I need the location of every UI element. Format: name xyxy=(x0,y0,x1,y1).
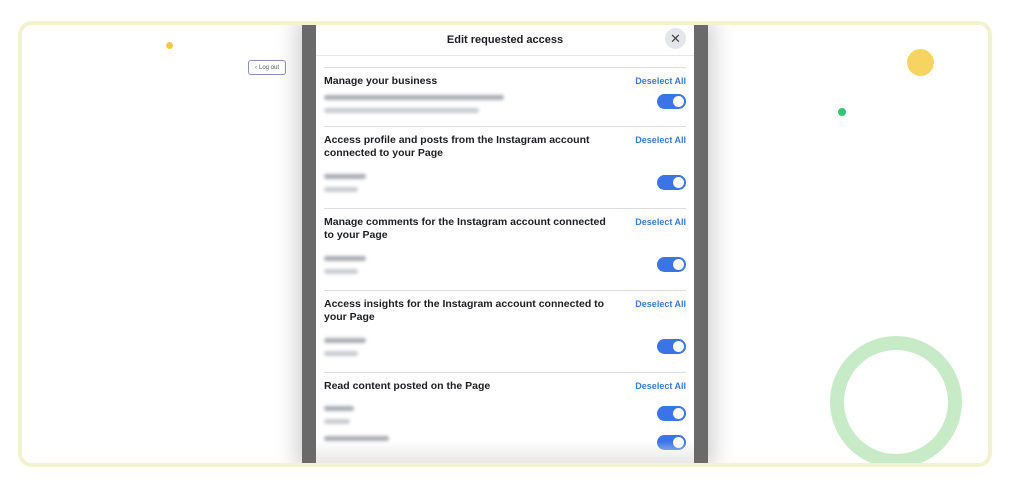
permission-item xyxy=(324,160,686,208)
screenshot-frame: ‹ Log out Edit requested access ✕ Manage… xyxy=(18,21,992,467)
scroll-fade xyxy=(316,441,694,463)
logout-label: Log out xyxy=(258,64,280,71)
permission-section: Access insights for the Instagram accoun… xyxy=(324,290,686,372)
deselect-all-button[interactable]: Deselect All xyxy=(635,134,686,147)
permission-toggle[interactable] xyxy=(657,257,686,272)
decorative-dot xyxy=(907,49,934,76)
section-title: Access insights for the Instagram accoun… xyxy=(324,298,605,323)
section-title: Manage comments for the Instagram accoun… xyxy=(324,216,606,241)
chevron-left-icon: ‹ xyxy=(254,64,257,71)
deselect-all-button[interactable]: Deselect All xyxy=(635,298,686,311)
decorative-ring xyxy=(830,336,962,463)
dialog-title: Edit requested access xyxy=(446,34,564,46)
device-frame: Edit requested access ✕ Manage your busi… xyxy=(302,25,708,463)
permission-item xyxy=(324,242,686,290)
close-button[interactable]: ✕ xyxy=(665,28,686,49)
permissions-dialog: Edit requested access ✕ Manage your busi… xyxy=(316,25,694,463)
permission-section: Manage comments for the Instagram accoun… xyxy=(324,208,686,290)
decorative-dot xyxy=(838,108,846,116)
permission-item xyxy=(324,393,686,429)
redacted-text xyxy=(324,269,358,274)
deselect-all-button[interactable]: Deselect All xyxy=(635,216,686,229)
section-title: Manage your business xyxy=(324,75,438,87)
redacted-text xyxy=(324,419,350,424)
permission-item xyxy=(324,324,686,372)
logout-button[interactable]: ‹ Log out xyxy=(248,60,286,75)
section-title: Access profile and posts from the Instag… xyxy=(324,134,590,159)
close-icon: ✕ xyxy=(670,31,681,46)
section-title: Read content posted on the Page xyxy=(324,380,491,392)
redacted-text xyxy=(324,406,354,411)
redacted-text xyxy=(324,95,504,100)
decorative-dot xyxy=(166,42,173,49)
redacted-text xyxy=(324,108,479,113)
permission-toggle[interactable] xyxy=(657,175,686,190)
permission-item xyxy=(324,88,686,126)
redacted-text xyxy=(324,187,358,192)
dialog-header: Edit requested access ✕ xyxy=(316,25,694,56)
redacted-text xyxy=(324,174,366,179)
deselect-all-button[interactable]: Deselect All xyxy=(635,75,686,88)
redacted-text xyxy=(324,256,366,261)
permission-toggle[interactable] xyxy=(657,406,686,421)
redacted-text xyxy=(324,338,366,343)
permission-section: Access profile and posts from the Instag… xyxy=(324,126,686,208)
permission-sections: Manage your business Deselect All Access… xyxy=(324,67,686,459)
permission-toggle[interactable] xyxy=(657,339,686,354)
redacted-text xyxy=(324,351,358,356)
permission-section: Manage your business Deselect All xyxy=(324,67,686,126)
permission-toggle[interactable] xyxy=(657,94,686,109)
deselect-all-button[interactable]: Deselect All xyxy=(635,380,686,393)
